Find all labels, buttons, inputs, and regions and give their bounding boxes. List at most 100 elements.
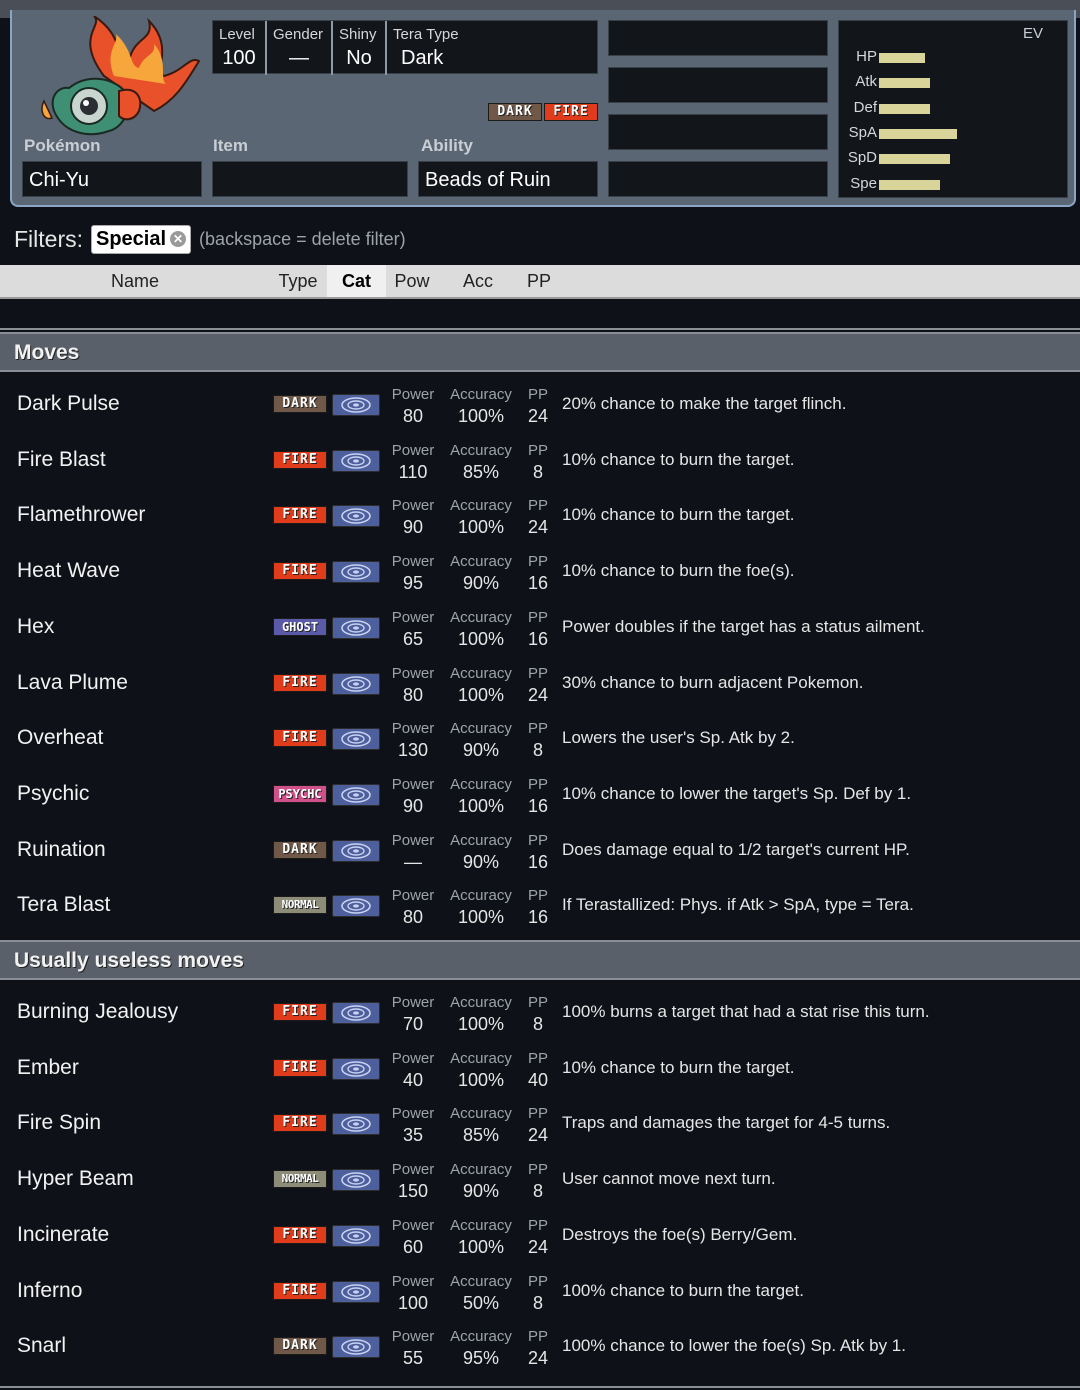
pp-value: 8: [532, 461, 543, 482]
details-box[interactable]: Level 100 Gender — Shiny No Tera Type Da…: [212, 20, 598, 75]
move-name: Incinerate: [17, 1222, 110, 1246]
accuracy-label: Accuracy: [450, 1105, 512, 1123]
ev-row-spa[interactable]: SpA: [839, 123, 1069, 143]
move-pp: PP 16: [522, 553, 554, 595]
move-slot-2[interactable]: [608, 67, 828, 103]
move-power: Power 55: [386, 1328, 440, 1370]
shiny-value: No: [346, 47, 372, 69]
move-row[interactable]: Burning Jealousy FIRE Power 70 Accuracy 100% P…: [0, 983, 1080, 1039]
move-row[interactable]: Heat Wave FIRE Power 95 Accuracy 90% PP 16 10% c…: [0, 542, 1080, 598]
power-label: Power: [391, 553, 435, 571]
sort-name[interactable]: Name: [90, 265, 180, 297]
move-row[interactable]: Hyper Beam NORMAL Power 150 Accuracy 90% PP 8 Us…: [0, 1150, 1080, 1206]
move-power: Power 110: [386, 442, 440, 484]
move-row[interactable]: Incinerate FIRE Power 60 Accuracy 100% PP 24 Des…: [0, 1206, 1080, 1262]
move-type-badge: FIRE: [273, 729, 327, 748]
move-row[interactable]: Flamethrower FIRE Power 90 Accuracy 100% PP 24 1…: [0, 486, 1080, 542]
power-label: Power: [391, 1328, 435, 1346]
power-label: Power: [391, 608, 435, 626]
accuracy-value: 90%: [462, 851, 500, 872]
gender-field[interactable]: Gender —: [267, 21, 333, 75]
gender-label: Gender: [273, 26, 324, 43]
ability-input[interactable]: Beads of Ruin: [418, 161, 598, 197]
ev-stats-box[interactable]: EV HP Atk Def SpA SpD Spe: [838, 20, 1068, 198]
move-accuracy: Accuracy 85%: [446, 442, 516, 484]
special-category-icon: [332, 1002, 380, 1024]
ev-row-def[interactable]: Def: [839, 98, 1069, 118]
move-slot-1[interactable]: [608, 20, 828, 56]
tera-type-field[interactable]: Tera Type Dark: [387, 21, 587, 75]
accuracy-label: Accuracy: [450, 831, 512, 849]
move-type-badge: FIRE: [273, 562, 327, 581]
move-row[interactable]: Fire Blast FIRE Power 110 Accuracy 85% PP 8 10% …: [0, 431, 1080, 487]
sort-type[interactable]: Type: [270, 265, 326, 297]
pp-label: PP: [527, 441, 548, 459]
pp-label: PP: [527, 664, 548, 682]
move-row[interactable]: Fire Spin FIRE Power 35 Accuracy 85% PP 24 Traps…: [0, 1094, 1080, 1150]
move-description: User cannot move next turn.: [562, 1169, 776, 1189]
sort-pow[interactable]: Pow: [386, 265, 438, 297]
ev-row-hp[interactable]: HP: [839, 47, 1069, 67]
close-circle-icon[interactable]: ✕: [170, 231, 187, 247]
sort-pp[interactable]: PP: [518, 265, 560, 297]
move-row[interactable]: Hex GHOST Power 65 Accuracy 100% PP 16 Power dou…: [0, 598, 1080, 654]
move-type-badge: FIRE: [273, 1281, 327, 1300]
move-row[interactable]: Snarl DARK Power 55 Accuracy 95% PP 24 100% chan…: [0, 1317, 1080, 1373]
ev-row-atk[interactable]: Atk: [839, 72, 1069, 92]
pp-value: 24: [527, 406, 549, 426]
move-type-badge: FIRE: [273, 1225, 327, 1244]
move-row[interactable]: Ruination DARK Power — Accuracy 90% PP 16 Does d…: [0, 821, 1080, 877]
move-name: Inferno: [17, 1278, 83, 1302]
special-category-icon: [332, 1057, 380, 1080]
move-description: 10% chance to burn the target.: [562, 449, 795, 469]
move-row[interactable]: Ember FIRE Power 40 Accuracy 100% PP 40 10% chan…: [0, 1039, 1080, 1095]
shiny-label: Shiny: [339, 26, 377, 43]
ev-stat-label: Atk: [855, 73, 877, 91]
move-description: Lowers the user's Sp. Atk by 2.: [562, 728, 795, 748]
sort-acc[interactable]: Acc: [452, 265, 504, 297]
item-input[interactable]: [212, 161, 408, 197]
move-row[interactable]: Psychic PSYCHC Power 90 Accuracy 100% PP 16 10% …: [0, 765, 1080, 821]
filter-chip-special[interactable]: Special ✕: [91, 224, 192, 254]
accuracy-value: 50%: [462, 1292, 500, 1313]
move-row[interactable]: Overheat FIRE Power 130 Accuracy 90% PP 8 Lowers…: [0, 709, 1080, 765]
power-value: 150: [397, 1181, 429, 1202]
tera-type-value: Dark: [401, 47, 444, 69]
power-label: Power: [391, 887, 435, 905]
level-value: 100: [222, 47, 256, 69]
move-type-badge: FIRE: [273, 1058, 327, 1077]
ev-bar: [879, 154, 950, 165]
move-name: Burning Jealousy: [17, 1000, 179, 1023]
move-name: Ember: [17, 1055, 79, 1079]
filter-chip-label: Special: [96, 227, 167, 250]
move-slot-4[interactable]: [608, 161, 828, 197]
move-description: 10% chance to lower the target's Sp. Def…: [562, 783, 912, 803]
move-name: Fire Spin: [17, 1111, 102, 1135]
move-accuracy: Accuracy 50%: [446, 1273, 516, 1315]
move-name: Heat Wave: [17, 559, 121, 583]
ev-stat-label: HP: [856, 48, 877, 65]
move-row[interactable]: Tera Blast NORMAL Power 80 Accuracy 100% PP 16 I…: [0, 876, 1080, 932]
pp-label: PP: [527, 553, 548, 571]
accuracy-value: 100%: [457, 1236, 505, 1257]
pp-label: PP: [527, 1328, 548, 1346]
pokemon-name-input[interactable]: Chi-Yu: [22, 161, 202, 197]
special-category-icon: [332, 1169, 380, 1192]
ev-row-spd[interactable]: SpD: [839, 148, 1069, 168]
pokemon-sprite[interactable]: [34, 16, 204, 146]
move-slot-3[interactable]: [608, 114, 828, 150]
power-label: Power: [391, 994, 435, 1011]
move-description: Power doubles if the target has a status…: [562, 616, 925, 636]
move-row[interactable]: Dark Pulse DARK Power 80 Accuracy 100% PP 24 20%…: [0, 375, 1080, 431]
move-row[interactable]: Lava Plume FIRE Power 80 Accuracy 100% PP 24 30%…: [0, 654, 1080, 710]
level-field[interactable]: Level 100: [213, 21, 267, 75]
ev-row-spe[interactable]: Spe: [839, 174, 1069, 194]
pp-value: 16: [527, 907, 549, 928]
move-row[interactable]: Inferno FIRE Power 100 Accuracy 50% PP 8 100% ch…: [0, 1262, 1080, 1318]
move-name: Ruination: [17, 837, 106, 861]
shiny-field[interactable]: Shiny No: [333, 21, 387, 75]
filters-hint: (backspace = delete filter): [199, 228, 406, 249]
pp-label: PP: [527, 1272, 548, 1290]
sort-cat[interactable]: Cat: [327, 265, 386, 297]
accuracy-label: Accuracy: [450, 887, 512, 905]
